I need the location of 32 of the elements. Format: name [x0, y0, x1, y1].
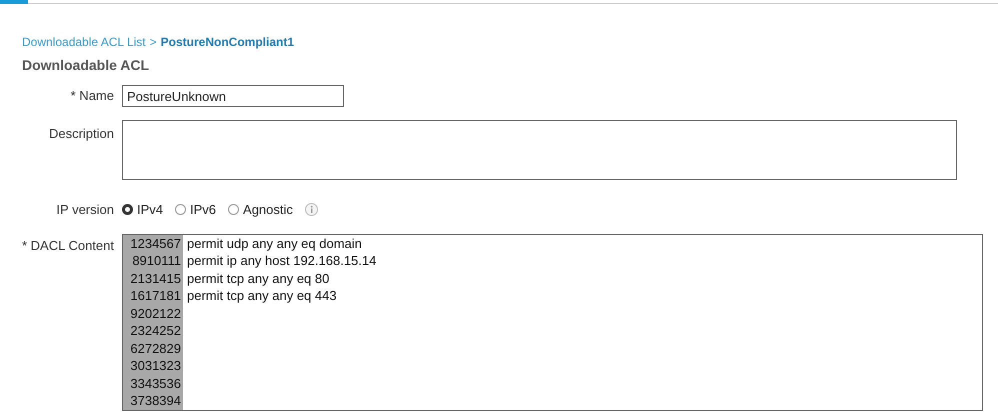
radio-button[interactable] [122, 204, 133, 216]
radio-button[interactable] [228, 204, 240, 216]
code-line: permit tcp any any eq 443 [187, 287, 338, 304]
field-label: IP version [56, 202, 114, 217]
line-number: 1617181 [130, 287, 181, 304]
code-line: permit tcp any any eq 80 [187, 270, 330, 287]
line-number: 3031323 [130, 357, 181, 374]
field-label: * DACL Content [22, 238, 114, 252]
line-number: 2131415 [130, 270, 181, 287]
line-number: 2324252 [130, 322, 181, 340]
code-line: permit ip any host 192.168.15.14 [187, 252, 376, 270]
active-tab-indicator [0, 0, 28, 4]
dacl-content-editor[interactable]: 1234567 8910111 2131415 1617181 9202122 2324252 6272829 3031323 3343536 3738394 permit udp any any eq domain permit ip any host 192.168.15.14 permit tcp any any eq 80 permit tcp any any eq 443 [122, 234, 983, 410]
field-label: * Name [70, 88, 114, 104]
breadcrumb-separator: > [150, 34, 157, 51]
radio-label[interactable]: IPv6 [190, 200, 216, 220]
line-number: 3343536 [130, 374, 181, 392]
line-number: 9202122 [130, 304, 181, 322]
breadcrumb-current: PostureNonCompliant1 [160, 34, 294, 51]
radio-label[interactable]: IPv4 [137, 200, 164, 220]
name-field[interactable]: PostureUnknown [122, 85, 344, 107]
radio-label[interactable]: Agnostic [243, 200, 293, 220]
info-icon[interactable] [304, 203, 318, 216]
line-number: 6272829 [130, 340, 181, 357]
page-heading: Downloadable ACL [22, 56, 150, 75]
code-line: permit udp any any eq domain [187, 234, 363, 252]
line-number: 8910111 [132, 252, 181, 270]
description-field[interactable] [122, 120, 957, 180]
field-label: Description [48, 126, 114, 141]
line-number: 1234567 [130, 234, 181, 252]
radio-button[interactable] [175, 204, 186, 216]
line-number: 3738394 [130, 392, 181, 410]
